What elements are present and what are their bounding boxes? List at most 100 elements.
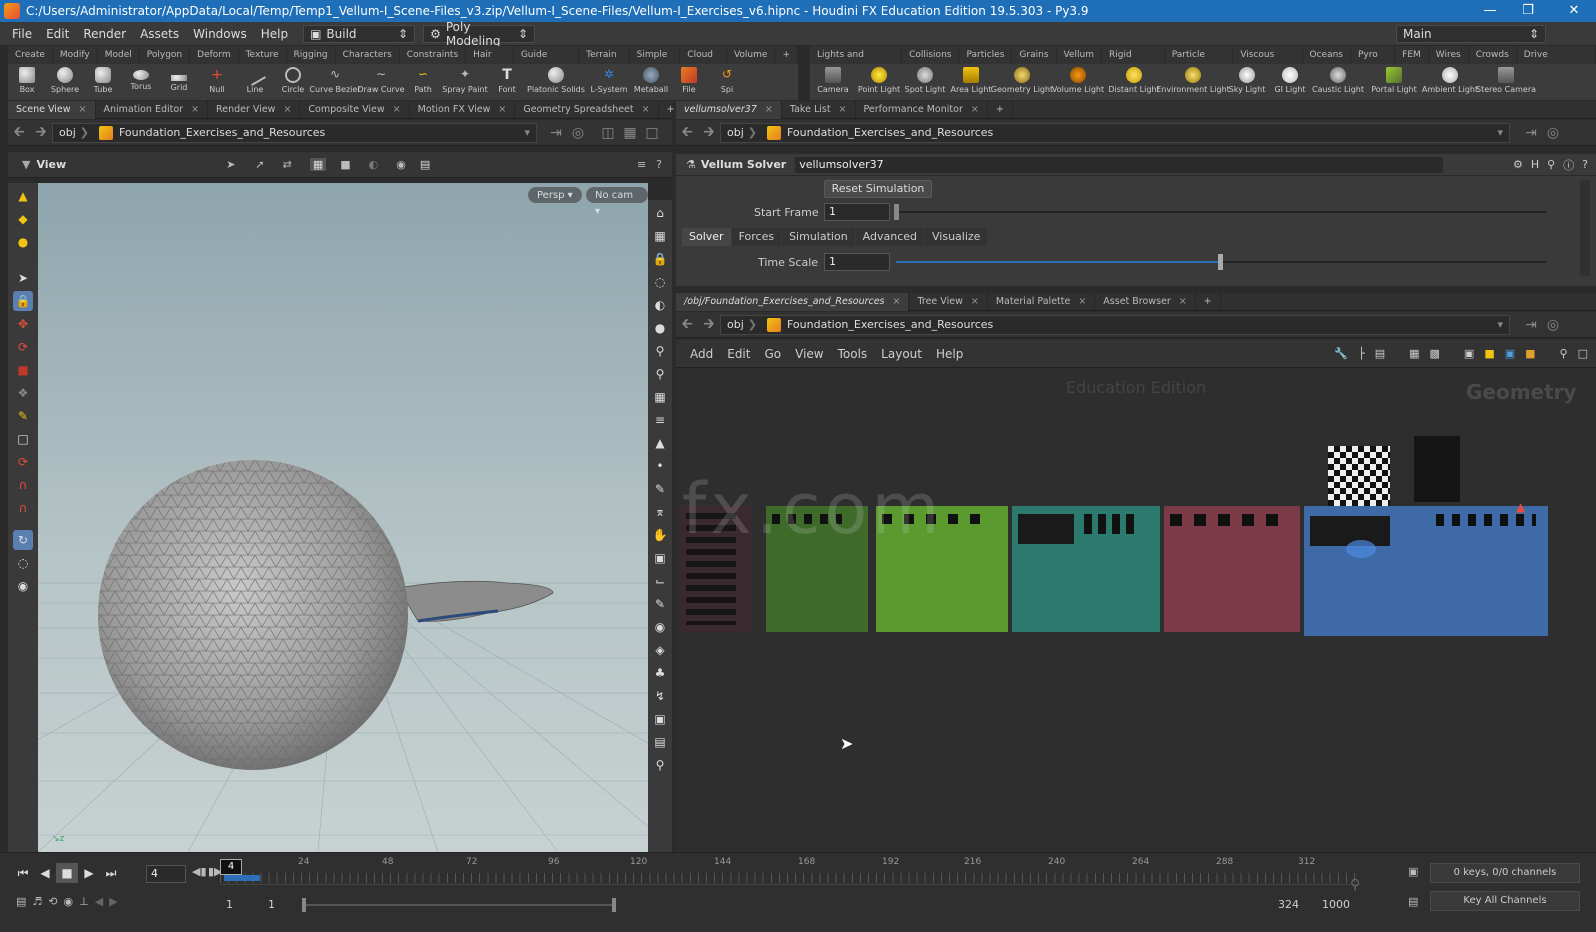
audio-icon[interactable]: ♬ [32,895,42,908]
menu-render[interactable]: Render [76,27,133,41]
network-editor[interactable]: Education Edition Geometry ▲ iiivfx.com … [676,368,1596,852]
shelf-tab-wires[interactable]: Wires [1429,46,1469,64]
stop-icon[interactable]: ■ [56,863,78,883]
tool-point-light[interactable]: Point Light [856,64,902,100]
lock-camera-icon[interactable]: 🔒 [650,249,670,269]
close-icon[interactable]: × [971,296,979,307]
sticky-note-icon[interactable]: ■ [1484,347,1494,360]
range-start-playback[interactable]: 1 [268,898,275,911]
tab-performance-monitor[interactable]: Performance Monitor × [856,100,988,119]
dot-icon[interactable]: • [650,456,670,476]
orbit-icon[interactable]: ◌ [13,553,33,573]
tab-material-palette[interactable]: Material Palette × [988,292,1096,311]
folder-icon[interactable]: ■ [1525,347,1535,360]
tool-environment-light[interactable]: Environment Light [1156,64,1230,100]
grid-toggle-icon[interactable]: ▦ [650,387,670,407]
magnet-secondary-icon[interactable]: ∩ [13,475,33,495]
link-icon[interactable]: ◎ [1542,317,1564,333]
shelf-tab-hair-utils[interactable]: Hair Utils [466,46,514,78]
time-scale-field[interactable]: 1 [824,253,890,271]
gear-icon[interactable]: ⚙ [1513,158,1523,171]
pin-point-icon[interactable]: ⚲ [650,755,670,775]
maximize-button[interactable]: ❐ [1510,0,1546,22]
node-cluster-6[interactable] [1170,514,1290,526]
channel-icon[interactable]: ▤ [1408,895,1418,908]
tool-grid[interactable]: Grid [160,64,198,100]
tool-font[interactable]: T Font [488,64,526,100]
select-mode-icon[interactable]: ➤ [226,158,235,171]
node-cluster-8[interactable] [1436,514,1536,526]
rotate-icon[interactable]: ⟳ [13,337,33,357]
menu-tools[interactable]: Tools [838,347,868,361]
view-tool-icon[interactable]: ● [13,232,33,252]
key-icon[interactable]: ▣ [1408,865,1418,878]
menu-view[interactable]: View [795,347,823,361]
tool-caustic-light[interactable]: Caustic Light [1310,64,1366,100]
cycle-icon[interactable]: ↻ [13,530,33,550]
scene-viewport[interactable]: ↘z Persp ▾ No cam ▾ [38,183,648,852]
close-icon[interactable]: × [765,104,773,115]
snap-icon[interactable]: ⚲ [650,364,670,384]
main-desktop-dropdown[interactable]: Main ⇕ [1396,24,1546,43]
layout-icon[interactable]: ◫ [597,125,619,141]
subtab-visualize[interactable]: Visualize [925,228,988,246]
info-icon[interactable]: ⓘ [1563,157,1574,173]
range-end[interactable]: 324 [1278,898,1299,911]
tab-composite-view[interactable]: Composite View × [300,100,410,119]
shelf-tab-particles[interactable]: Particles [959,46,1013,64]
sticky-image-node[interactable] [1414,436,1460,502]
forward-arrow-icon[interactable]: 🡲 [30,121,52,145]
link-icon[interactable]: ◎ [1542,125,1564,141]
start-frame-field[interactable]: 1 [824,203,890,221]
close-icon[interactable]: × [1078,296,1086,307]
menu-go[interactable]: Go [764,347,781,361]
help-icon[interactable]: ? [1582,158,1588,171]
tab-motion-fx-view[interactable]: Motion FX View × [410,100,516,119]
display-options-icon[interactable]: ≡ [637,158,646,171]
brush-size-icon[interactable]: ✎ [650,594,670,614]
tool-area-light[interactable]: Area Light [948,64,994,100]
network-box-icon[interactable]: ▣ [1505,347,1515,360]
tool-spot-light[interactable]: Spot Light [902,64,948,100]
chevron-down-icon[interactable]: ▾ [1497,318,1503,331]
shelf-tab-rigging[interactable]: Rigging [287,46,336,64]
shelf-tab-simple-fx[interactable]: Simple FX [630,46,681,78]
tool-sphere[interactable]: Sphere [46,64,84,100]
tab-tree-view[interactable]: Tree View × [909,292,988,311]
shelf-tab-pyro-fx[interactable]: Pyro FX [1351,46,1396,78]
search-icon[interactable]: ⚲ [1547,158,1555,171]
bone-icon[interactable]: ↯ [650,686,670,706]
obj-root[interactable]: obj [59,126,76,139]
tab-scene-view[interactable]: Scene View × [8,100,96,119]
timeline-ruler[interactable]: 24 48 72 96 120 144 168 192 216 240 264 … [220,857,1360,885]
handle-icon[interactable]: ◆ [13,209,33,229]
chevron-down-icon[interactable]: ▾ [524,126,530,139]
tab-take-list[interactable]: Take List × [782,100,856,119]
wrench-icon[interactable]: 🔧 [1334,347,1348,360]
search-icon[interactable]: ⚲ [1560,347,1568,360]
menu-windows[interactable]: Windows [186,27,254,41]
realtime-toggle-icon[interactable]: ◉ [64,895,74,908]
left-path-field[interactable]: obj ❯ Foundation_Exercises_and_Resources… [52,122,537,143]
tool-sky-light[interactable]: Sky Light [1224,64,1270,100]
tool-distant-light[interactable]: Distant Light [1106,64,1162,100]
subtab-advanced[interactable]: Advanced [855,228,925,246]
pot-icon[interactable]: ◉ [13,576,33,596]
close-icon[interactable]: × [893,296,901,307]
back-arrow-icon[interactable]: 🡰 [676,121,698,145]
sphere-view-icon[interactable]: ◉ [650,617,670,637]
obj-root[interactable]: obj [727,126,744,139]
close-icon[interactable]: × [79,104,87,115]
reset-simulation-button[interactable]: Reset Simulation [824,180,932,198]
play-reverse-icon[interactable]: ◀ [34,863,56,883]
shelf-tab-characters[interactable]: Characters [336,46,400,64]
right-top-path-field[interactable]: obj ❯ Foundation_Exercises_and_Resources… [720,122,1510,143]
tool-metaball[interactable]: Metaball [632,64,670,100]
pin-icon[interactable]: ⇥ [1520,317,1542,333]
tab-network-path[interactable]: /obj/Foundation_Exercises_and_Resources × [676,292,910,311]
path-node[interactable]: Foundation_Exercises_and_Resources [787,318,993,331]
minimize-button[interactable]: — [1472,0,1508,22]
lasso-icon[interactable]: ⟳ [13,452,33,472]
tool-curve-bezier[interactable]: ∿ Curve Bezier [309,64,360,100]
close-icon[interactable]: × [393,104,401,115]
